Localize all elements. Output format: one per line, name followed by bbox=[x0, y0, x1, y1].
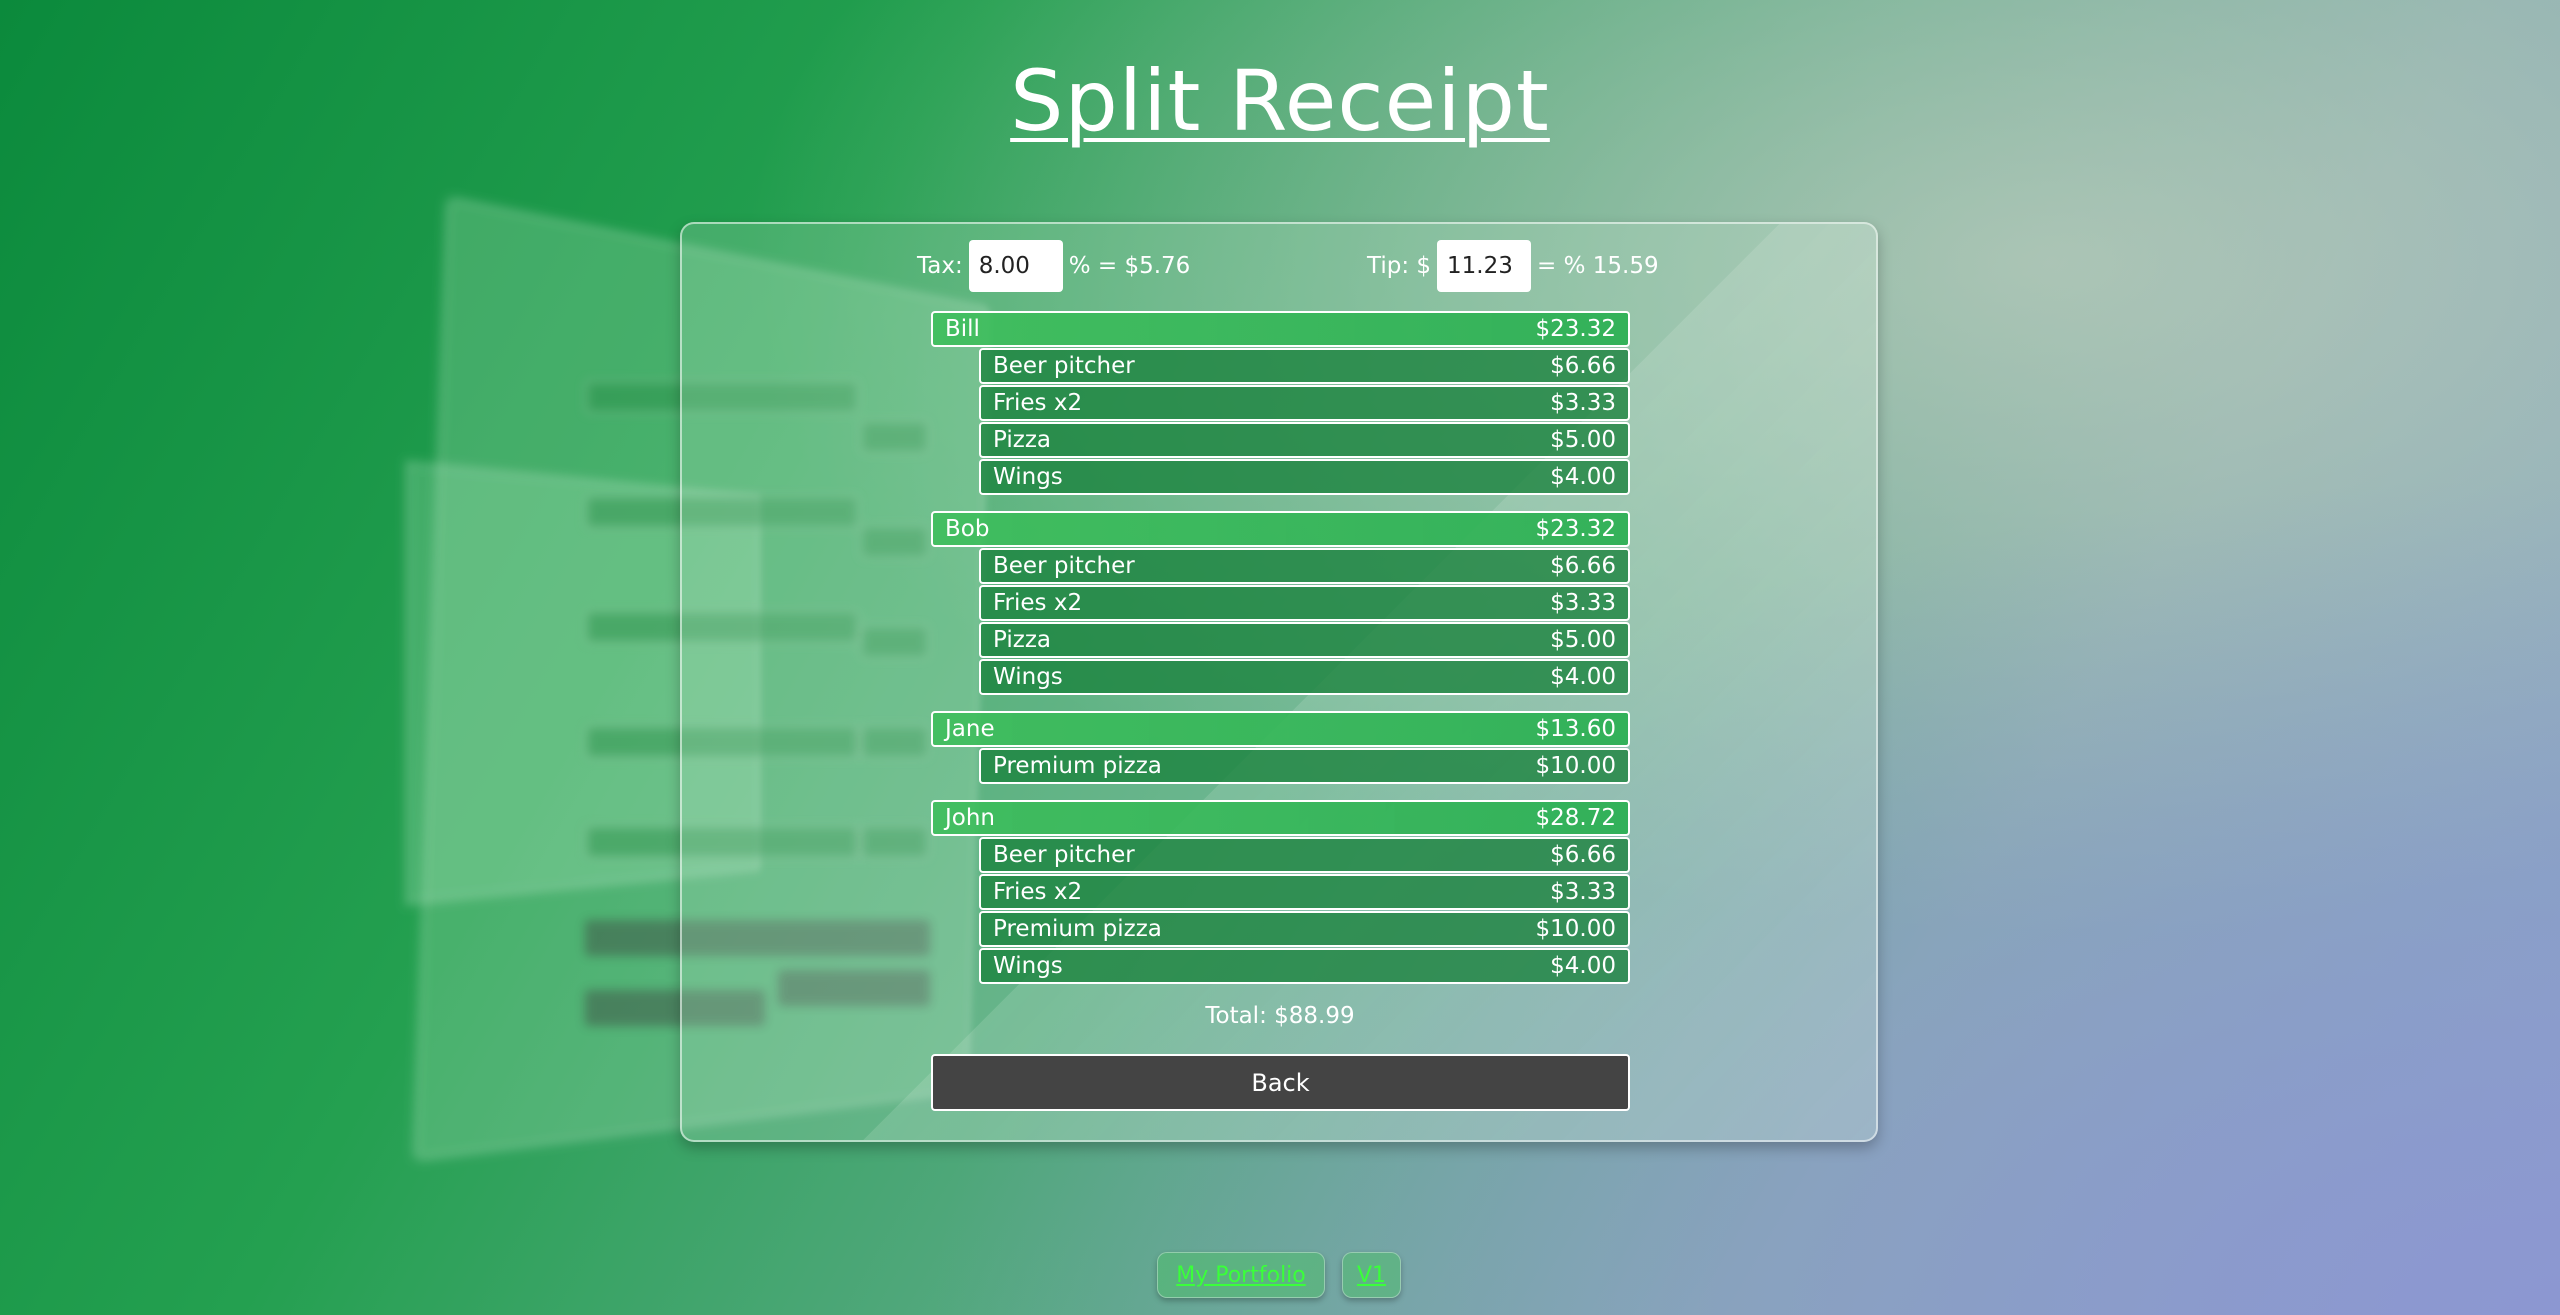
item-row[interactable]: Wings $4.00 bbox=[979, 459, 1630, 495]
item-amount: $3.33 bbox=[1550, 879, 1616, 905]
item-name: Beer pitcher bbox=[993, 842, 1135, 868]
person-row[interactable]: Bob $23.32 bbox=[931, 511, 1630, 547]
person-amount: $13.60 bbox=[1535, 716, 1616, 742]
item-amount: $10.00 bbox=[1535, 753, 1616, 779]
item-row[interactable]: Premium pizza $10.00 bbox=[979, 748, 1630, 784]
item-amount: $5.00 bbox=[1550, 627, 1616, 653]
back-button[interactable]: Back bbox=[931, 1054, 1630, 1111]
person-amount: $28.72 bbox=[1535, 805, 1616, 831]
person-amount: $23.32 bbox=[1535, 316, 1616, 342]
item-name: Premium pizza bbox=[993, 753, 1162, 779]
item-row[interactable]: Fries x2 $3.33 bbox=[979, 874, 1630, 910]
item-amount: $6.66 bbox=[1550, 842, 1616, 868]
item-name: Fries x2 bbox=[993, 879, 1083, 905]
item-row[interactable]: Beer pitcher $6.66 bbox=[979, 837, 1630, 873]
item-name: Pizza bbox=[993, 427, 1051, 453]
person-name: Bob bbox=[945, 516, 990, 542]
tax-control: Tax: % = $5.76 bbox=[917, 240, 1190, 292]
item-amount: $3.33 bbox=[1550, 590, 1616, 616]
item-row[interactable]: Pizza $5.00 bbox=[979, 622, 1630, 658]
person-group-jane: Jane $13.60 Premium pizza $10.00 bbox=[931, 711, 1630, 784]
receipt-total: Total: $88.99 bbox=[1205, 1003, 1355, 1029]
item-amount: $3.33 bbox=[1550, 390, 1616, 416]
item-amount: $6.66 bbox=[1550, 553, 1616, 579]
item-name: Pizza bbox=[993, 627, 1051, 653]
tax-result: % = $5.76 bbox=[1068, 253, 1191, 279]
tip-result: = % 15.59 bbox=[1537, 253, 1659, 279]
tax-input[interactable] bbox=[968, 240, 1063, 292]
person-row[interactable]: Jane $13.60 bbox=[931, 711, 1630, 747]
person-amount: $23.32 bbox=[1535, 516, 1616, 542]
tax-label: Tax: bbox=[917, 253, 963, 279]
item-row[interactable]: Fries x2 $3.33 bbox=[979, 385, 1630, 421]
tip-label: Tip: $ bbox=[1367, 253, 1432, 279]
person-row[interactable]: John $28.72 bbox=[931, 800, 1630, 836]
person-group-john: John $28.72 Beer pitcher $6.66 Fries x2 $3… bbox=[931, 800, 1630, 984]
item-name: Fries x2 bbox=[993, 390, 1083, 416]
item-row[interactable]: Beer pitcher $6.66 bbox=[979, 348, 1630, 384]
item-row[interactable]: Pizza $5.00 bbox=[979, 422, 1630, 458]
people-list: Bill $23.32 Beer pitcher $6.66 Fries x2 $3… bbox=[931, 311, 1630, 1000]
page-title: Split Receipt bbox=[1010, 52, 1550, 150]
item-row[interactable]: Wings $4.00 bbox=[979, 659, 1630, 695]
item-amount: $4.00 bbox=[1550, 953, 1616, 979]
item-name: Beer pitcher bbox=[993, 553, 1135, 579]
footer: My Portfolio V1 bbox=[0, 1252, 2560, 1298]
item-row[interactable]: Premium pizza $10.00 bbox=[979, 911, 1630, 947]
person-group-bill: Bill $23.32 Beer pitcher $6.66 Fries x2 $3… bbox=[931, 311, 1630, 495]
person-name: Jane bbox=[945, 716, 995, 742]
item-name: Wings bbox=[993, 664, 1063, 690]
version-link[interactable]: V1 bbox=[1342, 1252, 1401, 1298]
item-name: Premium pizza bbox=[993, 916, 1162, 942]
item-name: Wings bbox=[993, 464, 1063, 490]
tip-input[interactable] bbox=[1437, 240, 1532, 292]
rates-bar: Tax: % = $5.76 Tip: $ = % 15.59 bbox=[0, 240, 2560, 292]
item-amount: $5.00 bbox=[1550, 427, 1616, 453]
person-name: Bill bbox=[945, 316, 980, 342]
item-row[interactable]: Wings $4.00 bbox=[979, 948, 1630, 984]
item-amount: $10.00 bbox=[1535, 916, 1616, 942]
portfolio-link[interactable]: My Portfolio bbox=[1157, 1252, 1325, 1298]
item-amount: $4.00 bbox=[1550, 464, 1616, 490]
person-name: John bbox=[945, 805, 996, 831]
item-name: Beer pitcher bbox=[993, 353, 1135, 379]
tip-control: Tip: $ = % 15.59 bbox=[1367, 240, 1659, 292]
item-row[interactable]: Fries x2 $3.33 bbox=[979, 585, 1630, 621]
item-row[interactable]: Beer pitcher $6.66 bbox=[979, 548, 1630, 584]
person-group-bob: Bob $23.32 Beer pitcher $6.66 Fries x2 $3.… bbox=[931, 511, 1630, 695]
item-amount: $6.66 bbox=[1550, 353, 1616, 379]
person-row[interactable]: Bill $23.32 bbox=[931, 311, 1630, 347]
item-name: Wings bbox=[993, 953, 1063, 979]
item-amount: $4.00 bbox=[1550, 664, 1616, 690]
item-name: Fries x2 bbox=[993, 590, 1083, 616]
